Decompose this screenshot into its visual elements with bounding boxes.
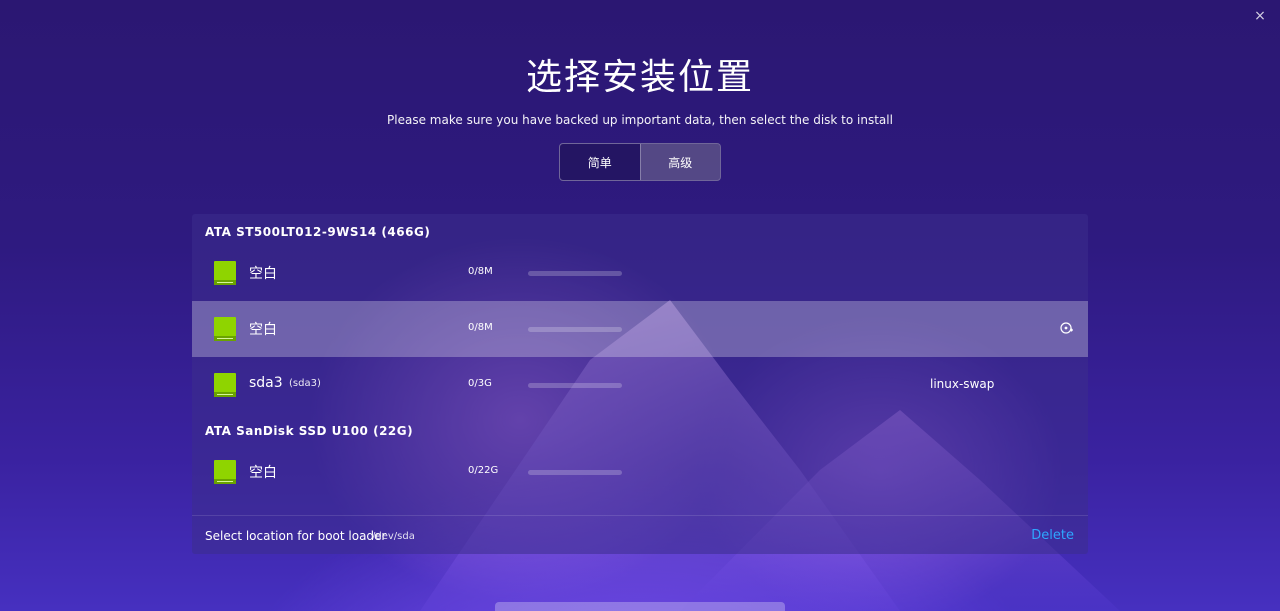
- partition-row-selected[interactable]: 空白 0/8M: [192, 301, 1088, 357]
- drive-partition-icon: [214, 373, 236, 397]
- partition-filesystem: linux-swap: [930, 377, 995, 391]
- panel-footer: Select location for boot loader /dev/sda…: [192, 515, 1088, 554]
- partition-name: sda3: [249, 375, 283, 391]
- page-title: 选择安装位置: [525, 57, 754, 98]
- drive-partition-icon: [214, 460, 236, 484]
- partition-usage-bar: [528, 470, 622, 475]
- close-icon[interactable]: ×: [1252, 8, 1268, 24]
- partition-row[interactable]: 空白 0/8M: [192, 245, 1088, 301]
- disk-header: ATA ST500LT012-9WS14 (466G): [205, 225, 431, 239]
- partition-usage: 0/22G: [468, 465, 499, 476]
- disk-header: ATA SanDisk SSD U100 (22G): [205, 424, 414, 438]
- partition-name: 空白: [249, 465, 277, 481]
- partition-row[interactable]: sda3 (sda3) 0/3G linux-swap: [192, 357, 1088, 413]
- bootloader-label[interactable]: Select location for boot loader: [205, 529, 386, 543]
- partition-usage-bar: [528, 271, 622, 276]
- tab-simple[interactable]: 简单: [560, 144, 640, 180]
- partition-usage-bar: [528, 383, 622, 388]
- partition-usage: 0/3G: [468, 378, 492, 389]
- drive-partition-icon: [214, 317, 236, 341]
- partition-label: (sda3): [289, 378, 321, 389]
- partition-panel: ATA ST500LT012-9WS14 (466G) 空白 0/8M 空白 0…: [192, 214, 1088, 554]
- tab-advanced[interactable]: 高级: [639, 144, 720, 180]
- bootloader-device[interactable]: /dev/sda: [372, 531, 415, 542]
- partition-usage: 0/8M: [468, 266, 493, 277]
- partition-usage-bar: [528, 327, 622, 332]
- drive-partition-icon: [214, 261, 236, 285]
- partition-usage: 0/8M: [468, 322, 493, 333]
- partition-name: 空白: [249, 322, 277, 338]
- page-subtitle: Please make sure you have backed up impo…: [387, 113, 893, 127]
- partition-name: 空白: [249, 266, 277, 282]
- next-button[interactable]: [495, 602, 785, 611]
- partition-row[interactable]: 空白 0/22G: [192, 444, 1088, 500]
- delete-button[interactable]: Delete: [1031, 528, 1074, 543]
- mode-switch: 简单 高级: [559, 143, 721, 181]
- format-partition-icon[interactable]: [1060, 321, 1074, 335]
